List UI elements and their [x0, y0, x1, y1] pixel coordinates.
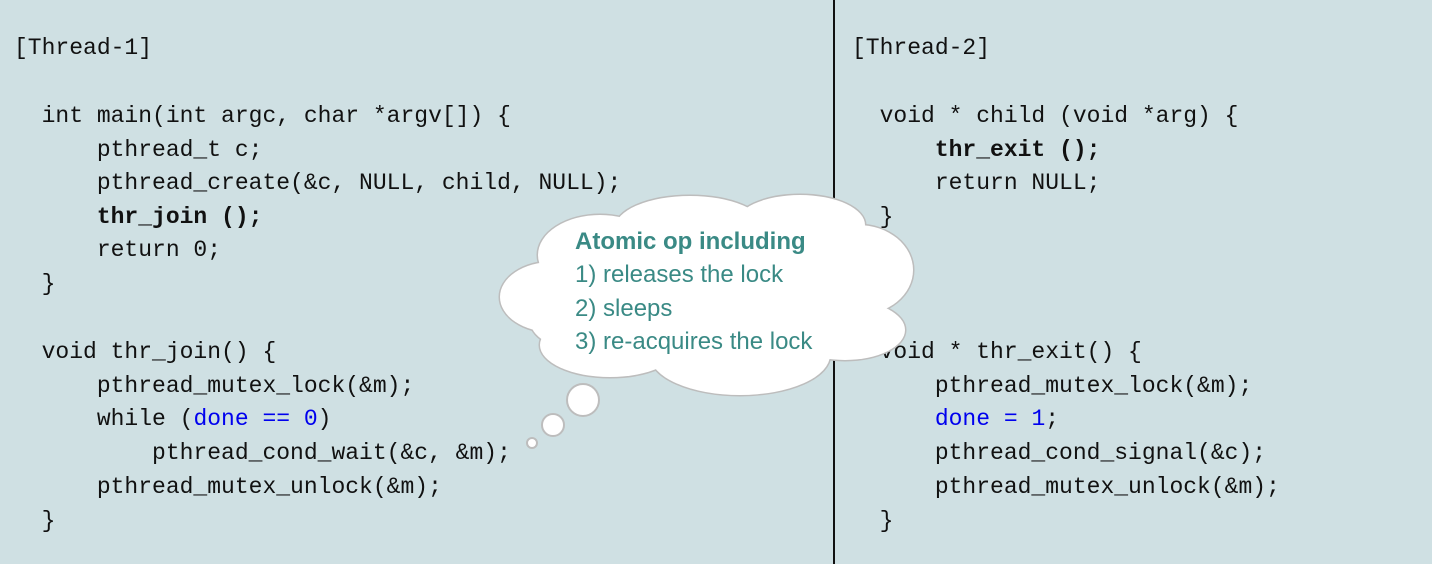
thought-bubble-small	[526, 437, 538, 449]
callout-item: 2) sleeps	[575, 295, 673, 322]
callout-item: 3) re-acquires the lock	[575, 328, 813, 355]
callout-item: 1) releases the lock	[575, 261, 784, 288]
callout-title: Atomic op including	[575, 228, 806, 255]
thought-bubble-medium	[541, 413, 565, 437]
thought-bubble-large	[566, 383, 600, 417]
cloud-fill	[500, 195, 913, 395]
